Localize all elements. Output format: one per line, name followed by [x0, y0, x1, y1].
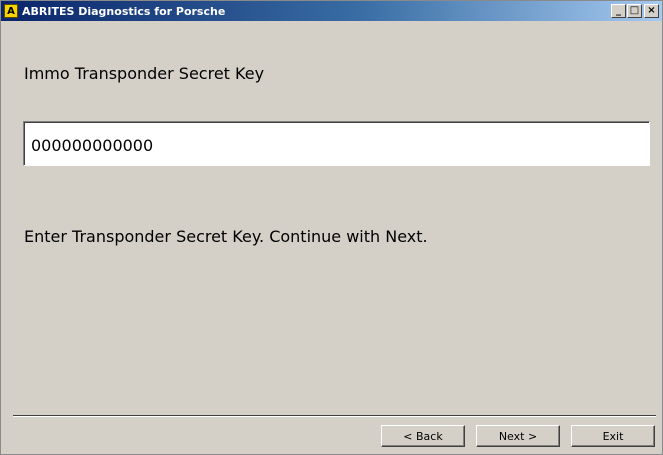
main-window: A ABRITES Diagnostics for Porsche _ □ × …	[0, 0, 663, 455]
exit-button[interactable]: Exit	[571, 425, 655, 447]
secret-key-input[interactable]	[23, 121, 650, 166]
page-title: Immo Transponder Secret Key	[24, 64, 265, 83]
maximize-button[interactable]: □	[627, 4, 642, 18]
footer-divider	[13, 415, 656, 417]
title-bar[interactable]: A ABRITES Diagnostics for Porsche _ □ ×	[1, 1, 662, 21]
app-icon: A	[4, 4, 18, 18]
window-title: ABRITES Diagnostics for Porsche	[22, 4, 226, 18]
instruction-text: Enter Transponder Secret Key. Continue w…	[24, 227, 428, 246]
minimize-button[interactable]: _	[611, 4, 626, 18]
next-button[interactable]: Next >	[476, 425, 560, 447]
close-button[interactable]: ×	[644, 4, 659, 18]
window-controls: _ □ ×	[610, 4, 659, 18]
back-button[interactable]: < Back	[381, 425, 465, 447]
